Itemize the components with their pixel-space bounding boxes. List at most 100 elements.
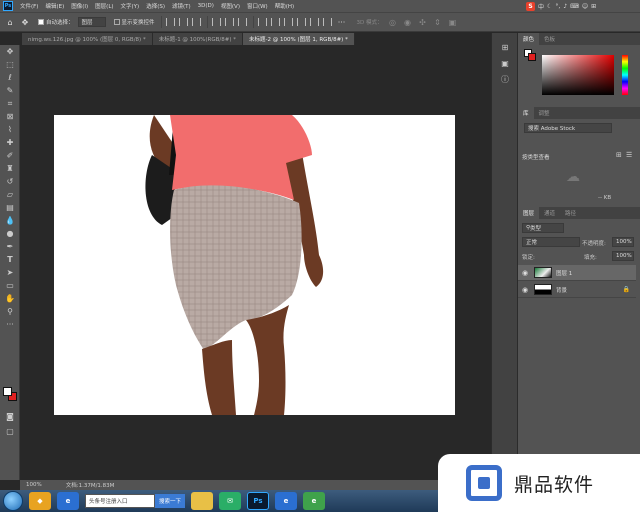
menu-file[interactable]: 文件(F)	[20, 2, 38, 10]
taskbar-search-input[interactable]: 头条号注册入口	[85, 494, 155, 508]
dodge-tool-icon[interactable]: ●	[0, 227, 20, 240]
lasso-tool-icon[interactable]: ℓ	[0, 71, 20, 84]
pen-tool-icon[interactable]: ✒	[0, 240, 20, 253]
distribute-bottom-icon[interactable]	[283, 18, 293, 26]
stamp-tool-icon[interactable]: ♜	[0, 162, 20, 175]
start-button[interactable]	[3, 491, 23, 511]
gradient-tool-icon[interactable]: ▤	[0, 201, 20, 214]
menu-layer[interactable]: 图层(L)	[95, 2, 113, 10]
menu-help[interactable]: 帮助(H)	[275, 2, 294, 10]
align-top-icon[interactable]	[211, 18, 221, 26]
doc-size[interactable]: 文档:1.37M/1.83M	[66, 481, 115, 489]
move-tool-icon[interactable]: ✥	[20, 17, 30, 27]
menu-edit[interactable]: 编辑(E)	[45, 2, 64, 10]
home-icon[interactable]: ⌂	[5, 17, 15, 27]
move-tool-icon[interactable]: ✥	[0, 45, 20, 58]
properties-icon[interactable]: ▣	[492, 55, 518, 71]
ime-moon-icon[interactable]: ☾	[547, 3, 552, 10]
layer-name[interactable]: 图层 1	[556, 269, 572, 277]
type-tool-icon[interactable]: T	[0, 253, 20, 266]
screen-mode-icon[interactable]: ▢	[0, 425, 20, 438]
distribute-top-icon[interactable]	[257, 18, 267, 26]
distribute-left-icon[interactable]	[296, 18, 306, 26]
align-right-icon[interactable]	[191, 18, 201, 26]
blur-tool-icon[interactable]: 💧	[0, 214, 20, 227]
align-left-icon[interactable]	[165, 18, 175, 26]
ime-language[interactable]: 中	[538, 2, 544, 11]
healing-tool-icon[interactable]: ✚	[0, 136, 20, 149]
glyphs-icon[interactable]: ⓘ	[492, 71, 518, 87]
tab-channels[interactable]: 通道	[539, 207, 560, 219]
distribute-middle-icon[interactable]	[270, 18, 280, 26]
tab-swatches[interactable]: 色板	[539, 33, 560, 45]
tab-doc-2[interactable]: 未标题-1 @ 100%(RGB/8#) *	[152, 33, 244, 45]
app-icon-folder[interactable]: ◆	[29, 492, 51, 510]
eyedropper-tool-icon[interactable]: ⌇	[0, 123, 20, 136]
3d-scale-icon[interactable]: ▣	[448, 17, 458, 27]
3d-slide-icon[interactable]: ⇕	[433, 17, 443, 27]
foreground-color-swatch[interactable]	[3, 387, 12, 396]
tab-paths[interactable]: 路径	[560, 207, 581, 219]
ime-punct-icon[interactable]: °,	[555, 3, 560, 10]
fill-input[interactable]: 100%	[612, 251, 634, 261]
ime-mic-icon[interactable]: ♪	[563, 3, 567, 10]
distribute-right-icon[interactable]	[322, 18, 332, 26]
layer-row-1[interactable]: ◉ 图层 1	[518, 265, 636, 281]
grid-view-icon[interactable]: ⊞	[616, 151, 622, 159]
bg-color-swatch[interactable]	[528, 53, 536, 61]
frame-tool-icon[interactable]: ⊠	[0, 110, 20, 123]
align-middle-icon[interactable]	[224, 18, 234, 26]
ime-user-icon[interactable]: ☺	[582, 3, 588, 10]
menu-window[interactable]: 窗口(W)	[247, 2, 268, 10]
menu-image[interactable]: 图像(I)	[71, 2, 88, 10]
menu-3d[interactable]: 3D(D)	[198, 3, 214, 9]
zoom-tool-icon[interactable]: ⚲	[0, 305, 20, 318]
3d-pan-icon[interactable]: ✣	[418, 17, 428, 27]
marquee-tool-icon[interactable]: ⬚	[0, 58, 20, 71]
more-options-icon[interactable]: ···	[337, 17, 347, 27]
ime-grid-icon[interactable]: ⊞	[591, 3, 596, 10]
layer-row-background[interactable]: ◉ 背景 🔒	[518, 282, 636, 298]
layer-filter-dropdown[interactable]: ⚲ 类型	[522, 223, 564, 233]
photoshop-taskbar-icon[interactable]: Ps	[247, 492, 270, 510]
tab-color[interactable]: 颜色	[518, 33, 540, 45]
history-brush-icon[interactable]: ↺	[0, 175, 20, 188]
hand-tool-icon[interactable]: ✋	[0, 292, 20, 305]
layer-name[interactable]: 背景	[556, 286, 567, 294]
file-explorer-icon[interactable]	[191, 492, 214, 510]
3d-orbit-icon[interactable]: ◎	[388, 17, 398, 27]
tab-doc-1[interactable]: nimg.ws.126.jpg @ 100% (图层 0, RGB/8) *	[22, 33, 153, 45]
rectangle-tool-icon[interactable]: ▭	[0, 279, 20, 292]
distribute-center-icon[interactable]	[309, 18, 319, 26]
history-icon[interactable]: ⊞	[492, 39, 518, 55]
show-transform-checkbox[interactable]	[113, 19, 120, 25]
list-view-icon[interactable]: ☰	[626, 151, 632, 159]
opacity-input[interactable]: 100%	[612, 237, 634, 247]
path-select-tool-icon[interactable]: ➤	[0, 266, 20, 279]
quick-mask-icon[interactable]: ◙	[0, 410, 20, 423]
color-picker-field[interactable]	[542, 55, 614, 95]
search-button[interactable]: 搜索一下	[155, 494, 186, 508]
ime-keyboard-icon[interactable]: ⌨	[570, 3, 579, 10]
menu-view[interactable]: 视图(V)	[221, 2, 240, 10]
tab-doc-3[interactable]: 未标题-2 @ 100% (图层 1, RGB/8#) *	[243, 33, 355, 45]
brush-tool-icon[interactable]: ✐	[0, 149, 20, 162]
library-view-label[interactable]: 按类型查看	[522, 153, 550, 161]
eye-icon[interactable]: ◉	[518, 269, 532, 277]
quick-select-tool-icon[interactable]: ✎	[0, 84, 20, 97]
auto-select-target-dropdown[interactable]: 图层	[77, 17, 106, 27]
document-canvas[interactable]	[54, 115, 455, 415]
wechat-icon[interactable]: ✉	[219, 492, 242, 510]
library-search-input[interactable]: 搜索 Adobe Stock	[524, 123, 612, 133]
eraser-tool-icon[interactable]: ▱	[0, 188, 20, 201]
menu-select[interactable]: 选择(S)	[146, 2, 165, 10]
ime-toolbar[interactable]: S 中 ☾ °, ♪ ⌨ ☺ ⊞	[526, 1, 596, 11]
ie-taskbar-icon[interactable]: e	[275, 492, 298, 510]
hue-slider[interactable]	[622, 55, 628, 95]
zoom-level[interactable]: 100%	[26, 482, 42, 488]
tab-libraries[interactable]: 库	[518, 107, 534, 119]
eye-icon[interactable]: ◉	[518, 286, 532, 294]
browser-360-icon[interactable]: e	[303, 492, 326, 510]
align-bottom-icon[interactable]	[237, 18, 247, 26]
menu-filter[interactable]: 滤镜(T)	[172, 2, 191, 10]
